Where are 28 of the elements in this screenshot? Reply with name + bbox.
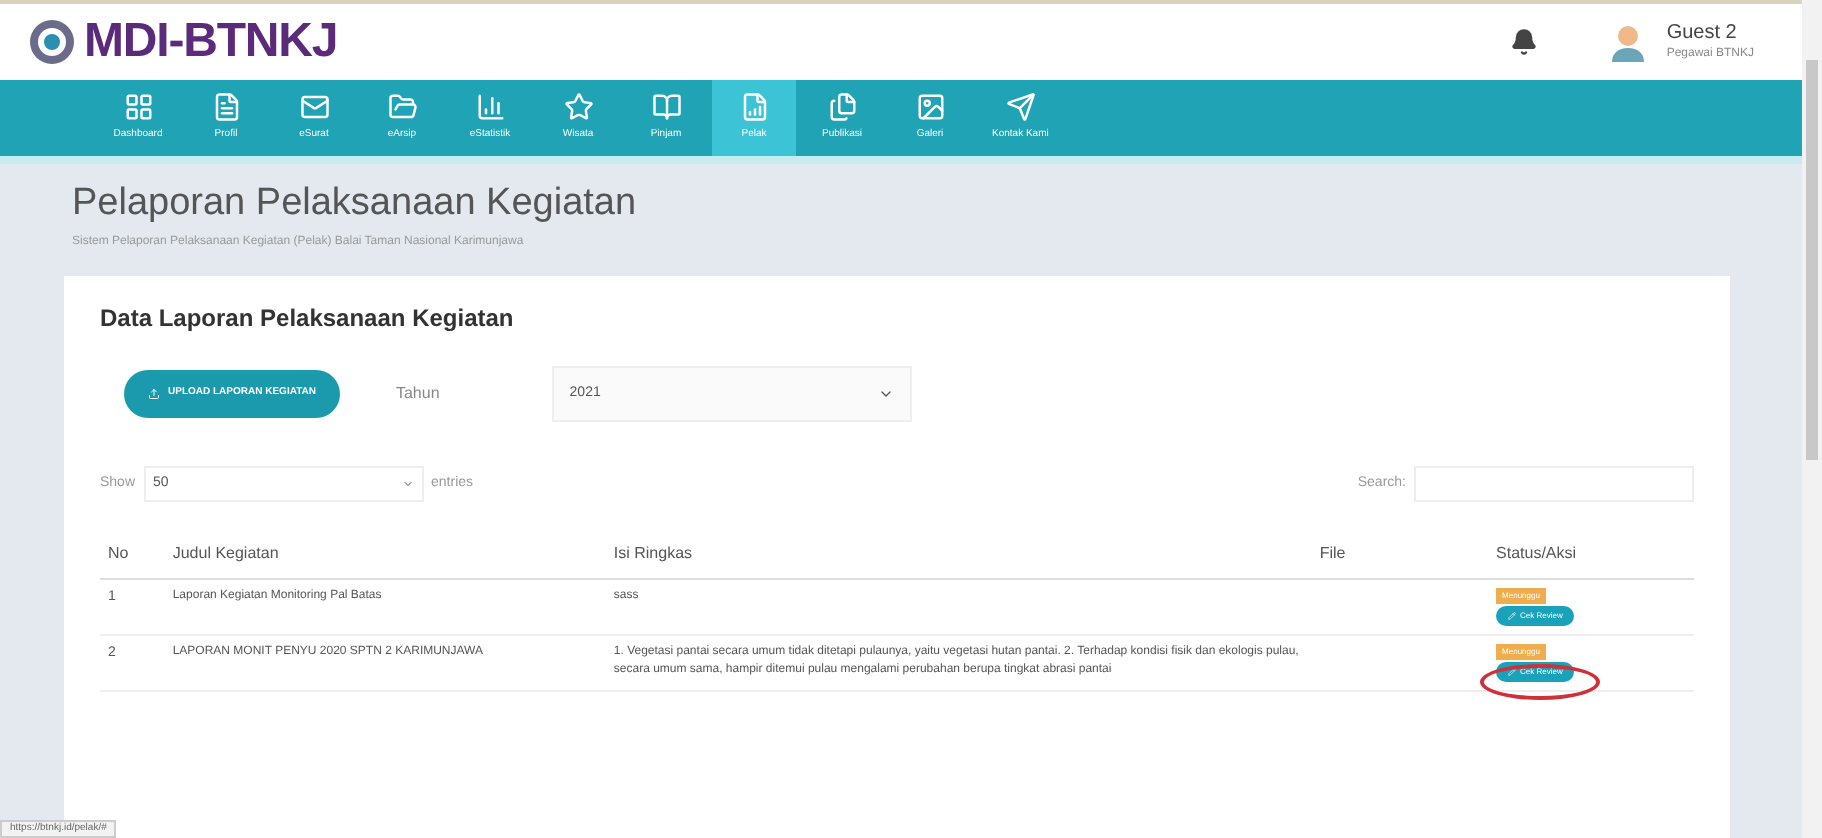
upload-icon	[148, 388, 160, 400]
edit-icon	[1508, 668, 1517, 676]
user-name: Guest 2	[1666, 24, 1739, 44]
send-icon	[1005, 92, 1036, 123]
star-icon	[563, 92, 593, 123]
year-label: Tahun	[395, 382, 440, 406]
chart-icon	[475, 92, 505, 123]
column-header[interactable]: File	[1311, 530, 1489, 579]
report-icon	[739, 92, 769, 123]
column-header[interactable]: Isi Ringkas	[605, 530, 1312, 579]
edit-icon	[1508, 612, 1517, 620]
page-title: Pelaporan Pelaksanaan Kegiatan	[72, 184, 639, 222]
folder-icon	[387, 92, 417, 123]
chevron-down-icon	[877, 386, 894, 402]
book-icon	[651, 92, 681, 123]
column-header[interactable]: Status/Aksi	[1488, 530, 1694, 579]
notification-icon[interactable]	[1510, 28, 1539, 56]
card-title: Data Laporan Pelaksanaan Kegiatan	[100, 302, 516, 336]
grid-icon	[123, 92, 153, 123]
files-icon	[827, 92, 857, 123]
mail-icon	[299, 92, 329, 123]
image-icon	[915, 92, 945, 123]
document-icon	[211, 92, 241, 123]
column-header[interactable]: Judul Kegiatan	[164, 530, 606, 579]
column-header[interactable]: No	[100, 530, 165, 579]
logo-icon	[28, 18, 76, 66]
logo-text: MDI-BTNKJ	[84, 12, 338, 72]
chevron-down-icon	[401, 478, 414, 490]
